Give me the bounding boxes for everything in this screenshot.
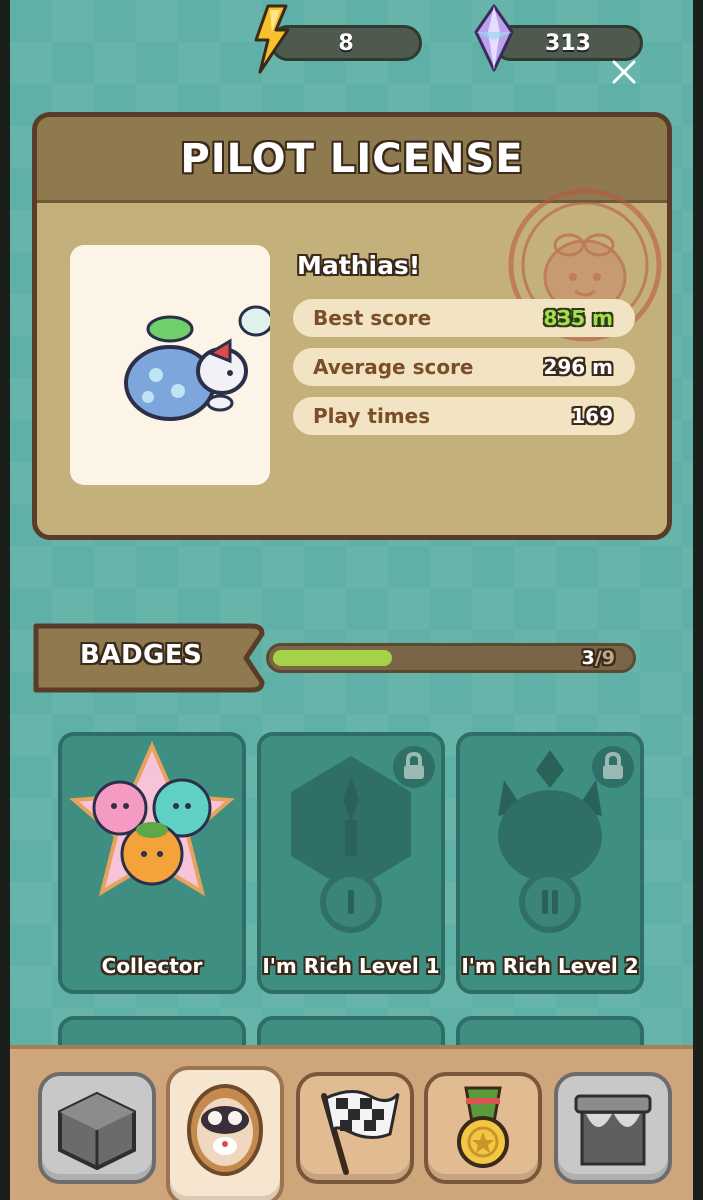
badge-name: I'm Rich Level 1 <box>262 954 440 978</box>
stat-best-score: Best score 835 m <box>293 299 635 337</box>
collector-badge-icon <box>69 741 235 897</box>
energy-counter: 8 <box>270 25 422 61</box>
stat-value: 835 m <box>543 306 613 330</box>
pilot-license-card: PILOT LICENSE Mathias! Best score 835 m … <box>32 112 672 540</box>
stat-value: 296 m <box>543 355 613 379</box>
badge-card-rich-level-1[interactable]: I'm Rich Level 1 <box>257 732 445 994</box>
shop-box-icon <box>58 1091 136 1171</box>
stat-label: Average score <box>313 355 474 379</box>
creature-avatar-icon <box>124 305 270 421</box>
badge-name: Collector <box>101 954 203 978</box>
player-name: Mathias! <box>297 251 421 280</box>
stat-average-score: Average score 296 m <box>293 348 635 386</box>
stat-label: Play times <box>313 404 431 428</box>
badges-title: BADGES <box>80 640 203 670</box>
badge-card-collector[interactable]: Collector <box>58 732 246 994</box>
nav-profile-button[interactable] <box>166 1066 284 1200</box>
badges-count: 3/9 <box>582 646 615 670</box>
lock-icon <box>393 746 435 788</box>
stat-value: 169 <box>571 404 613 428</box>
badges-total: /9 <box>594 647 615 669</box>
gate-icon <box>574 1094 652 1166</box>
pilot-avatar-icon <box>187 1084 263 1176</box>
badge-name: I'm Rich Level 2 <box>461 954 639 978</box>
stat-label: Best score <box>313 306 432 330</box>
gem-value: 313 <box>545 30 591 56</box>
badge-card-rich-level-2[interactable]: I'm Rich Level 2 <box>456 732 644 994</box>
nav-shop-button[interactable] <box>38 1072 156 1184</box>
close-icon[interactable] <box>608 56 640 88</box>
crystal-gem-icon <box>474 4 514 72</box>
stat-play-times: Play times 169 <box>293 397 635 435</box>
game-screen: 8 313 PILOT LICENSE Mathias! Best score … <box>10 0 693 1200</box>
badges-current: 3 <box>581 647 595 669</box>
nav-gate-button[interactable] <box>554 1072 672 1184</box>
energy-value: 8 <box>338 30 354 56</box>
player-portrait <box>70 245 270 485</box>
badges-progress-fill <box>273 650 392 666</box>
checkered-flag-icon <box>321 1090 400 1175</box>
lightning-bolt-icon <box>254 4 290 74</box>
nav-medal-button[interactable] <box>424 1072 542 1184</box>
nav-race-button[interactable] <box>296 1072 414 1184</box>
medal-icon <box>457 1086 509 1168</box>
lock-icon <box>592 746 634 788</box>
badges-progress-bar: 3/9 <box>266 643 636 673</box>
license-title: PILOT LICENSE <box>180 135 524 182</box>
